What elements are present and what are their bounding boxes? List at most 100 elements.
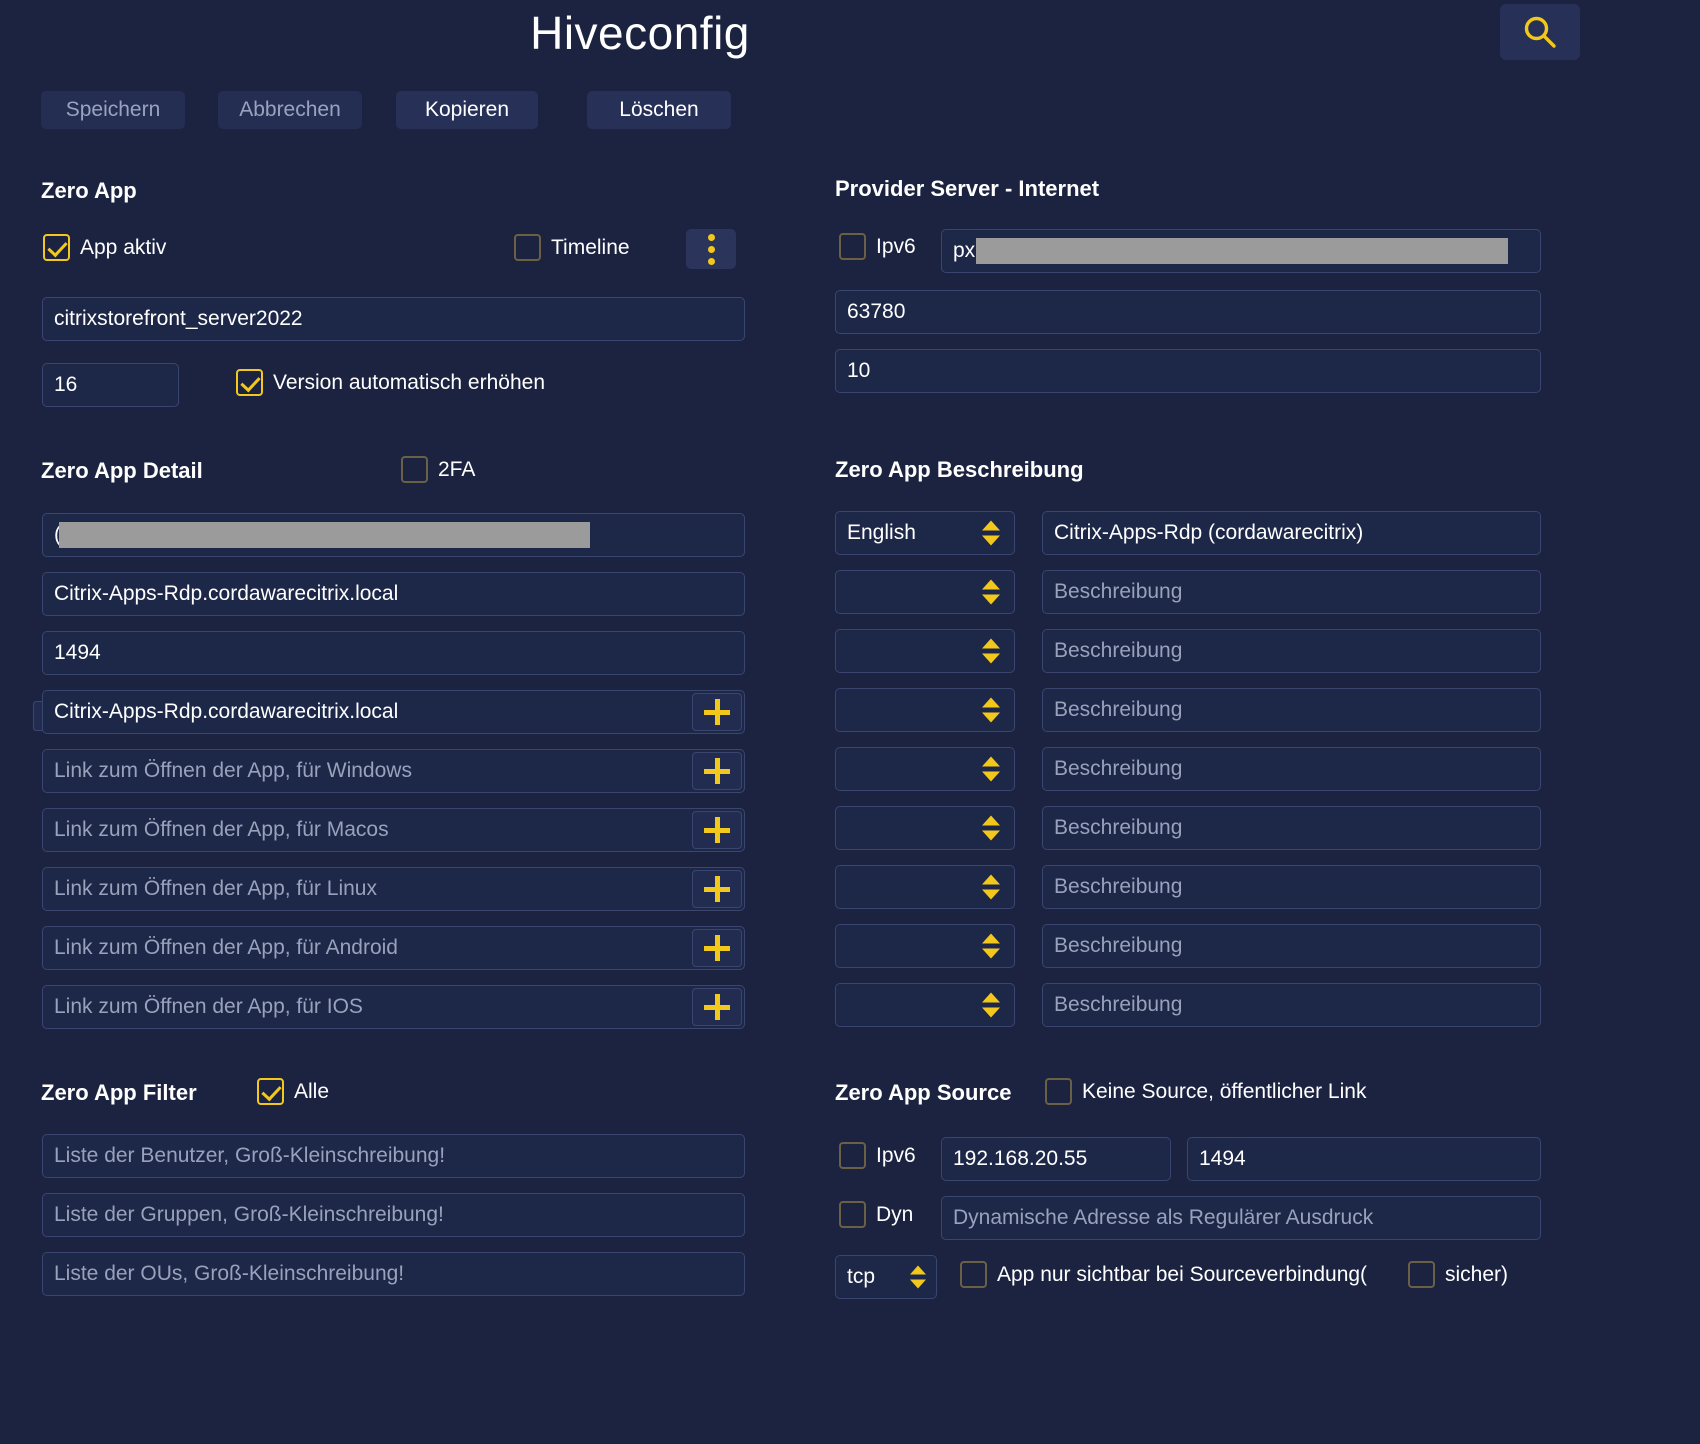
app-aktiv-checkbox-row[interactable]: App aktiv — [43, 234, 166, 261]
spinner-arrows-icon[interactable] — [982, 815, 1000, 841]
link-input-5[interactable]: Link zum Öffnen der App, für IOS — [42, 985, 745, 1029]
app-id-input[interactable]: ( — [42, 513, 745, 557]
link-input-4[interactable]: Link zum Öffnen der App, für Android — [42, 926, 745, 970]
source-port-input[interactable]: 1494 — [1187, 1137, 1541, 1181]
description-input-1[interactable]: Beschreibung — [1042, 570, 1541, 614]
add-link-button-5[interactable] — [692, 988, 742, 1026]
spinner-arrows-icon[interactable] — [982, 579, 1000, 605]
description-input-3[interactable]: Beschreibung — [1042, 688, 1541, 732]
add-link-button-1[interactable] — [692, 752, 742, 790]
page-title: Hiveconfig — [530, 7, 750, 59]
twofa-checkbox[interactable] — [401, 456, 428, 483]
add-link-button-2[interactable] — [692, 811, 742, 849]
spinner-arrows-icon[interactable] — [982, 697, 1000, 723]
provider-port-input[interactable]: 63780 — [835, 290, 1541, 334]
filter-groups-input[interactable]: Liste der Gruppen, Groß-Kleinschreibung! — [42, 1193, 745, 1237]
masked-value — [976, 238, 1509, 264]
filter-alle-label: Alle — [294, 1079, 330, 1103]
dyn-address-placeholder: Dynamische Adresse als Regulärer Ausdruc… — [953, 1206, 1374, 1229]
link-row: Link zum Öffnen der App, für IOS — [42, 985, 745, 1029]
copy-button[interactable]: Kopieren — [396, 91, 538, 129]
description-input-8[interactable]: Beschreibung — [1042, 983, 1541, 1027]
version-auto-checkbox-row[interactable]: Version automatisch erhöhen — [236, 369, 545, 396]
language-select-8[interactable] — [835, 983, 1015, 1027]
link-input-1[interactable]: Link zum Öffnen der App, für Windows — [42, 749, 745, 793]
keine-source-checkbox[interactable] — [1045, 1078, 1072, 1105]
add-link-button-3[interactable] — [692, 870, 742, 908]
twofa-checkbox-row[interactable]: 2FA — [401, 456, 475, 483]
save-button[interactable]: Speichern — [41, 91, 185, 129]
filter-alle-checkbox-row[interactable]: Alle — [257, 1078, 329, 1105]
filter-users-input[interactable]: Liste der Benutzer, Groß-Kleinschreibung… — [42, 1134, 745, 1178]
language-select-4[interactable] — [835, 747, 1015, 791]
app-version-input[interactable]: 16 — [42, 363, 179, 407]
timeline-checkbox-row[interactable]: Timeline — [514, 234, 630, 261]
link-input-2[interactable]: Link zum Öffnen der App, für Macos — [42, 808, 745, 852]
description-input-4[interactable]: Beschreibung — [1042, 747, 1541, 791]
search-button[interactable] — [1500, 4, 1580, 60]
description-input-2[interactable]: Beschreibung — [1042, 629, 1541, 673]
kebab-dot-icon — [707, 257, 715, 265]
language-select-6[interactable] — [835, 865, 1015, 909]
kebab-dot-icon — [707, 245, 715, 253]
add-link-button-4[interactable] — [692, 929, 742, 967]
kebab-menu-button[interactable] — [686, 229, 736, 269]
keine-source-label: Keine Source, öffentlicher Link — [1082, 1079, 1367, 1103]
spinner-arrows-icon[interactable] — [982, 638, 1000, 664]
description-input-0[interactable]: Citrix-Apps-Rdp (cordawarecitrix) — [1042, 511, 1541, 555]
provider-ipv6-label: Ipv6 — [876, 234, 916, 258]
spinner-arrows-icon[interactable] — [982, 520, 1000, 546]
filter-alle-checkbox[interactable] — [257, 1078, 284, 1105]
filter-users-placeholder: Liste der Benutzer, Groß-Kleinschreibung… — [54, 1144, 446, 1167]
detail-host-input[interactable]: Citrix-Apps-Rdp.cordawarecitrix.local — [42, 572, 745, 616]
source-ipv6-checkbox[interactable] — [839, 1142, 866, 1169]
description-input-7[interactable]: Beschreibung — [1042, 924, 1541, 968]
language-select-2[interactable] — [835, 629, 1015, 673]
spinner-arrows-icon[interactable] — [982, 756, 1000, 782]
spinner-arrows-icon[interactable] — [982, 874, 1000, 900]
visible-only-checkbox[interactable] — [960, 1261, 987, 1288]
language-select-0[interactable]: English — [835, 511, 1015, 555]
provider-count-input[interactable]: 10 — [835, 349, 1541, 393]
cancel-button[interactable]: Abbrechen — [218, 91, 362, 129]
language-select-7[interactable] — [835, 924, 1015, 968]
version-auto-checkbox[interactable] — [236, 369, 263, 396]
link-placeholder-3: Link zum Öffnen der App, für Linux — [54, 877, 377, 900]
visible-only-checkbox-row[interactable]: App nur sichtbar bei Sourceverbindung( — [960, 1261, 1367, 1288]
language-select-3[interactable] — [835, 688, 1015, 732]
dyn-checkbox[interactable] — [839, 1201, 866, 1228]
filter-ous-input[interactable]: Liste der OUs, Groß-Kleinschreibung! — [42, 1252, 745, 1296]
language-select-1[interactable] — [835, 570, 1015, 614]
secure-checkbox[interactable] — [1408, 1261, 1435, 1288]
keine-source-checkbox-row[interactable]: Keine Source, öffentlicher Link — [1045, 1078, 1366, 1105]
link-input-0[interactable]: Citrix-Apps-Rdp.cordawarecitrix.local — [42, 690, 745, 734]
description-input-5[interactable]: Beschreibung — [1042, 806, 1541, 850]
spinner-arrows-icon[interactable] — [982, 992, 1000, 1018]
dyn-address-input[interactable]: Dynamische Adresse als Regulärer Ausdruc… — [941, 1196, 1541, 1240]
provider-ipv6-checkbox-row[interactable]: Ipv6 — [839, 233, 916, 260]
section-heading-zero-app-source: Zero App Source — [835, 1080, 1012, 1105]
language-select-5[interactable] — [835, 806, 1015, 850]
description-input-6[interactable]: Beschreibung — [1042, 865, 1541, 909]
spinner-arrows-icon[interactable] — [982, 933, 1000, 959]
app-name-input[interactable]: citrixstorefront_server2022 — [42, 297, 745, 341]
provider-ipv6-checkbox[interactable] — [839, 233, 866, 260]
delete-button[interactable]: Löschen — [587, 91, 731, 129]
spinner-arrows-icon[interactable] — [910, 1265, 926, 1289]
provider-host-prefix: px — [953, 239, 976, 262]
secure-checkbox-row[interactable]: sicher) — [1408, 1261, 1508, 1288]
search-icon — [1521, 13, 1559, 51]
provider-host-input[interactable]: px — [941, 229, 1541, 273]
link-row: Link zum Öffnen der App, für Macos — [42, 808, 745, 852]
app-aktiv-checkbox[interactable] — [43, 234, 70, 261]
kebab-dot-icon — [707, 233, 715, 241]
link-input-3[interactable]: Link zum Öffnen der App, für Linux — [42, 867, 745, 911]
description-placeholder-2: Beschreibung — [1054, 639, 1183, 662]
source-address-input[interactable]: 192.168.20.55 — [941, 1137, 1171, 1181]
detail-port-input[interactable]: 1494 — [42, 631, 745, 675]
add-link-button-0[interactable] — [692, 693, 742, 731]
timeline-checkbox[interactable] — [514, 234, 541, 261]
source-ipv6-checkbox-row[interactable]: Ipv6 — [839, 1142, 916, 1169]
protocol-select[interactable]: tcp — [835, 1255, 937, 1299]
dyn-checkbox-row[interactable]: Dyn — [839, 1201, 913, 1228]
